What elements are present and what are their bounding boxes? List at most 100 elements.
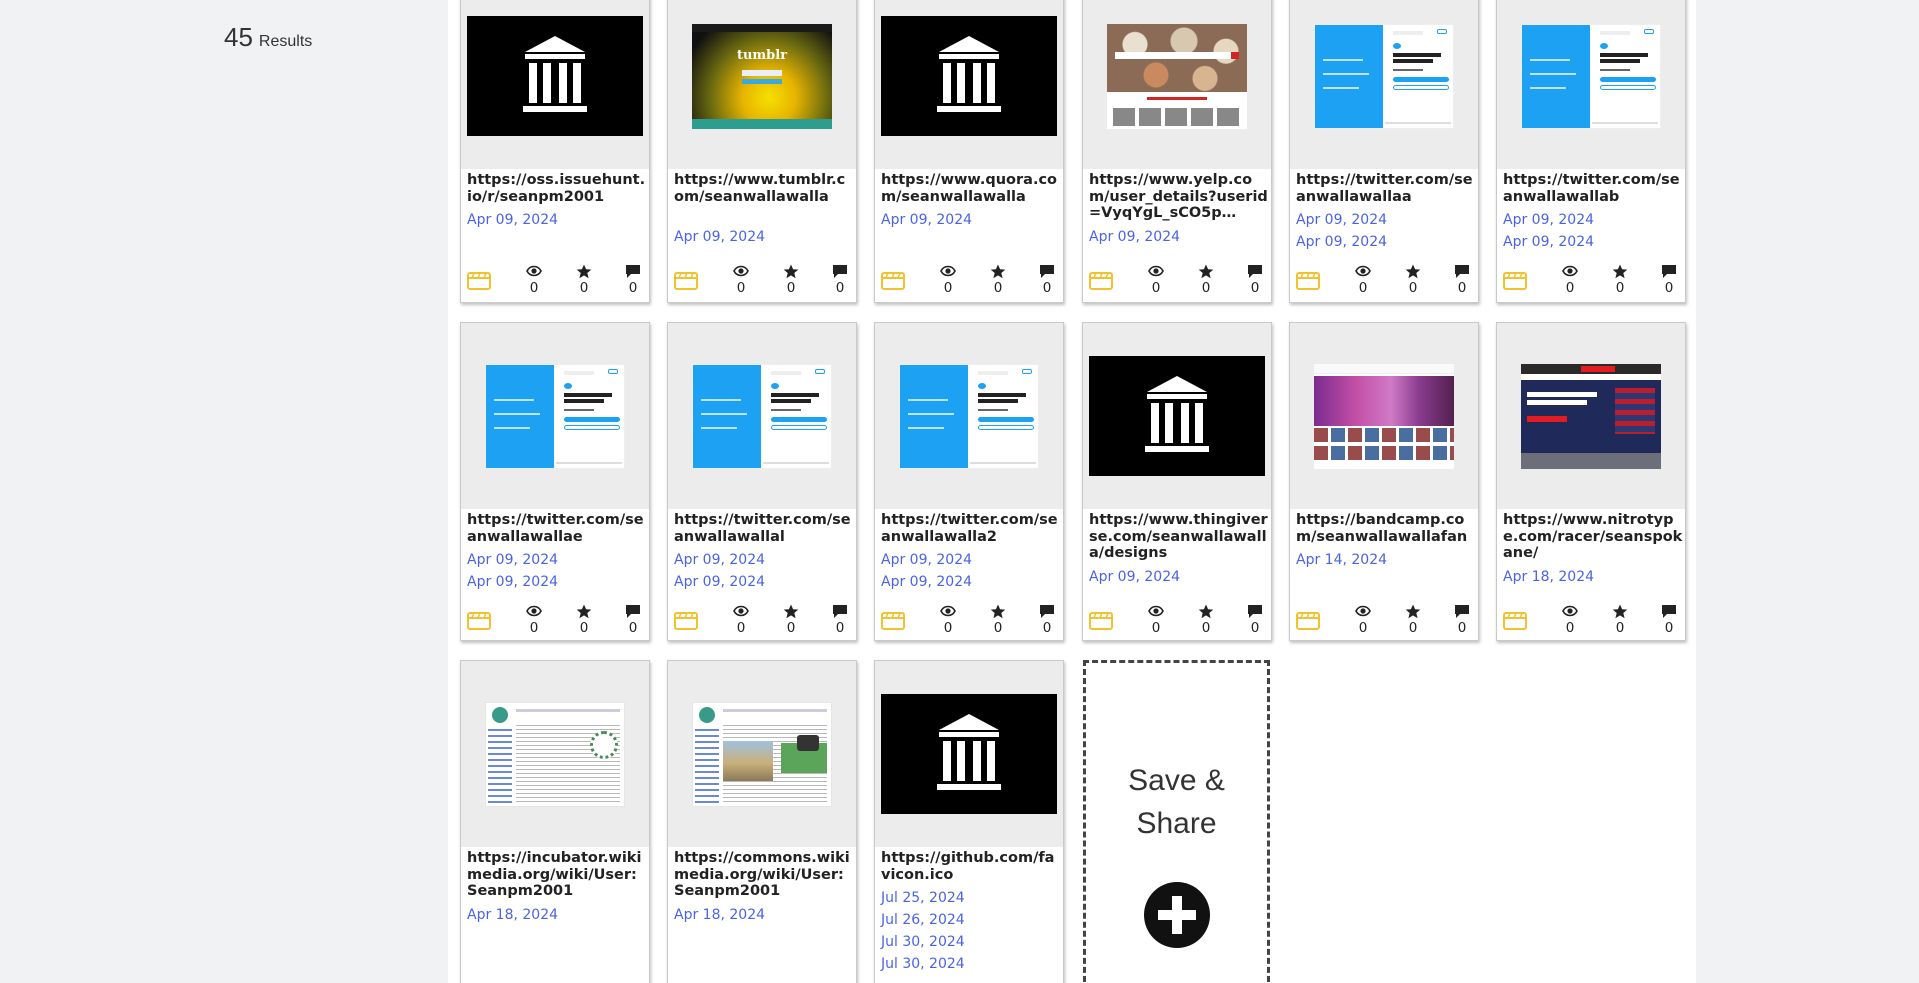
thumbnail-frame[interactable] (461, 661, 649, 847)
card-url[interactable]: https://www.quora.com/seanwallawalla (881, 172, 1061, 205)
thumbnail-frame[interactable] (875, 0, 1063, 169)
result-card[interactable]: https://www.nitrotype.com/racer/seanspok… (1496, 322, 1686, 641)
capture-date-link[interactable]: Apr 09, 2024 (881, 571, 1061, 593)
capture-date-link[interactable]: Apr 09, 2024 (674, 226, 854, 248)
thumbnail-frame[interactable] (461, 0, 649, 169)
capture-date-link[interactable]: Jul 30, 2024 (881, 953, 1061, 975)
result-card[interactable]: https://twitter.com/seanwallawalla2 Apr 0… (874, 322, 1064, 641)
result-card[interactable]: https://twitter.com/seanwallawallab Apr 0… (1496, 0, 1686, 303)
thumbnail-frame[interactable] (668, 323, 856, 509)
thumbnail-frame[interactable] (875, 661, 1063, 847)
capture-date-link[interactable]: Apr 09, 2024 (881, 549, 1061, 571)
add-to-collection-button[interactable] (881, 611, 905, 631)
comments-stat-count: 0 (1250, 280, 1260, 296)
card-url[interactable]: https://oss.issuehunt.io/r/seanpm2001 (467, 172, 647, 205)
capture-date-link[interactable]: Apr 09, 2024 (1089, 566, 1269, 588)
folder-icon (674, 612, 698, 630)
add-to-collection-button[interactable] (467, 271, 491, 291)
add-to-collection-button[interactable] (1296, 611, 1320, 631)
result-card[interactable]: https://www.yelp.com/user_details?userid… (1082, 0, 1272, 303)
views-stat-count: 0 (943, 280, 953, 296)
card-url[interactable]: https://bandcamp.com/seanwallawallafan (1296, 512, 1476, 545)
comments-stat: 0 (1657, 602, 1681, 636)
result-card[interactable]: https://twitter.com/seanwallawallae Apr 0… (460, 322, 650, 641)
card-url[interactable]: https://commons.wikimedia.org/wiki/User:… (674, 850, 854, 900)
thumbnail-frame[interactable] (668, 661, 856, 847)
stars-stat: 0 (779, 262, 803, 296)
result-card[interactable]: https://twitter.com/seanwallawallaa Apr 0… (1289, 0, 1479, 303)
thumbnail-frame[interactable] (1290, 0, 1478, 169)
capture-date-link[interactable]: Apr 18, 2024 (674, 904, 854, 926)
capture-date-link[interactable]: Apr 14, 2024 (1296, 549, 1476, 571)
capture-date-link[interactable]: Apr 18, 2024 (1503, 566, 1683, 588)
capture-date-link[interactable]: Apr 18, 2024 (467, 904, 647, 926)
capture-date-link[interactable]: Jul 30, 2024 (881, 931, 1061, 953)
capture-date-link[interactable]: Jul 26, 2024 (881, 909, 1061, 931)
result-card[interactable]: https://www.quora.com/seanwallawalla Apr … (874, 0, 1064, 303)
stars-stat: 0 (1608, 602, 1632, 636)
result-card[interactable]: https://commons.wikimedia.org/wiki/User:… (667, 660, 857, 983)
capture-date-link[interactable]: Apr 09, 2024 (467, 549, 647, 571)
capture-date-link[interactable]: Apr 09, 2024 (467, 209, 647, 231)
result-card[interactable]: https://twitter.com/seanwallawallal Apr 0… (667, 322, 857, 641)
eye-icon (1355, 265, 1371, 277)
thumbnail-frame[interactable] (875, 323, 1063, 509)
views-stat: 0 (1558, 602, 1582, 636)
eye-icon (1562, 265, 1578, 277)
thumbnail-frame[interactable] (1497, 0, 1685, 169)
result-card[interactable]: https://www.thingiverse.com/seanwallawal… (1082, 322, 1272, 641)
screenshot-thumbnail (1521, 23, 1661, 129)
capture-dates: Apr 09, 2024 Apr 09, 2024 (1296, 209, 1476, 253)
result-card[interactable]: https://incubator.wikimedia.org/wiki/Use… (460, 660, 650, 983)
card-url[interactable]: https://twitter.com/seanwallawallae (467, 512, 647, 545)
thumbnail-frame[interactable] (1290, 323, 1478, 509)
card-url[interactable]: https://twitter.com/seanwallawallaa (1296, 172, 1476, 205)
card-footer: 0 0 0 (1497, 262, 1685, 302)
result-card[interactable]: https://oss.issuehunt.io/r/seanpm2001 Apr… (460, 0, 650, 303)
capture-date-link[interactable]: Apr 09, 2024 (881, 209, 1061, 231)
card-url[interactable]: https://www.yelp.com/user_details?userid… (1089, 172, 1269, 222)
add-to-collection-button[interactable] (1089, 611, 1113, 631)
add-to-collection-button[interactable] (674, 611, 698, 631)
card-url[interactable]: https://www.thingiverse.com/seanwallawal… (1089, 512, 1269, 562)
result-card[interactable]: https://github.com/favicon.ico Jul 25, 20… (874, 660, 1064, 983)
capture-date-link[interactable]: Apr 09, 2024 (1089, 226, 1269, 248)
card-url[interactable]: https://www.tumblr.com/seanwallawalla (674, 172, 854, 205)
card-url[interactable]: https://twitter.com/seanwallawallab (1503, 172, 1683, 205)
capture-date-link[interactable]: Apr 09, 2024 (467, 571, 647, 593)
views-stat-count: 0 (1151, 280, 1161, 296)
card-url[interactable]: https://twitter.com/seanwallawallal (674, 512, 854, 545)
thumbnail-frame[interactable] (461, 323, 649, 509)
card-url[interactable]: https://incubator.wikimedia.org/wiki/Use… (467, 850, 647, 900)
add-to-collection-button[interactable] (881, 271, 905, 291)
capture-date-link[interactable]: Apr 09, 2024 (1503, 209, 1683, 231)
add-to-collection-button[interactable] (674, 271, 698, 291)
comments-stat: 0 (1450, 262, 1474, 296)
eye-icon (1148, 605, 1164, 617)
thumbnail-frame[interactable] (1497, 323, 1685, 509)
add-to-collection-button[interactable] (1296, 271, 1320, 291)
add-to-collection-button[interactable] (1503, 271, 1527, 291)
capture-date-link[interactable]: Apr 09, 2024 (1503, 231, 1683, 253)
card-url[interactable]: https://twitter.com/seanwallawalla2 (881, 512, 1061, 545)
capture-date-link[interactable]: Apr 09, 2024 (1296, 209, 1476, 231)
eye-icon (733, 605, 749, 617)
eye-icon (940, 605, 956, 617)
result-card[interactable]: tumblr https://www.tumblr.com/seanwallawa… (667, 0, 857, 303)
capture-date-link[interactable]: Apr 09, 2024 (1296, 231, 1476, 253)
thumbnail-frame[interactable] (1083, 323, 1271, 509)
views-stat-count: 0 (736, 280, 746, 296)
capture-date-link[interactable]: Apr 09, 2024 (674, 549, 854, 571)
card-url[interactable]: https://github.com/favicon.ico (881, 850, 1061, 883)
thumbnail-frame[interactable]: tumblr (668, 0, 856, 169)
thumbnail-frame[interactable] (1083, 0, 1271, 169)
save-share-button[interactable]: Save & Share (1083, 660, 1270, 983)
add-to-collection-button[interactable] (1089, 271, 1113, 291)
add-to-collection-button[interactable] (1503, 611, 1527, 631)
views-stat-count: 0 (1151, 620, 1161, 636)
add-to-collection-button[interactable] (467, 611, 491, 631)
card-url[interactable]: https://www.nitrotype.com/racer/seanspok… (1503, 512, 1683, 562)
capture-date-link[interactable]: Apr 09, 2024 (674, 571, 854, 593)
result-card[interactable]: https://bandcamp.com/seanwallawallafan Ap… (1289, 322, 1479, 641)
capture-date-link[interactable]: Jul 25, 2024 (881, 887, 1061, 909)
